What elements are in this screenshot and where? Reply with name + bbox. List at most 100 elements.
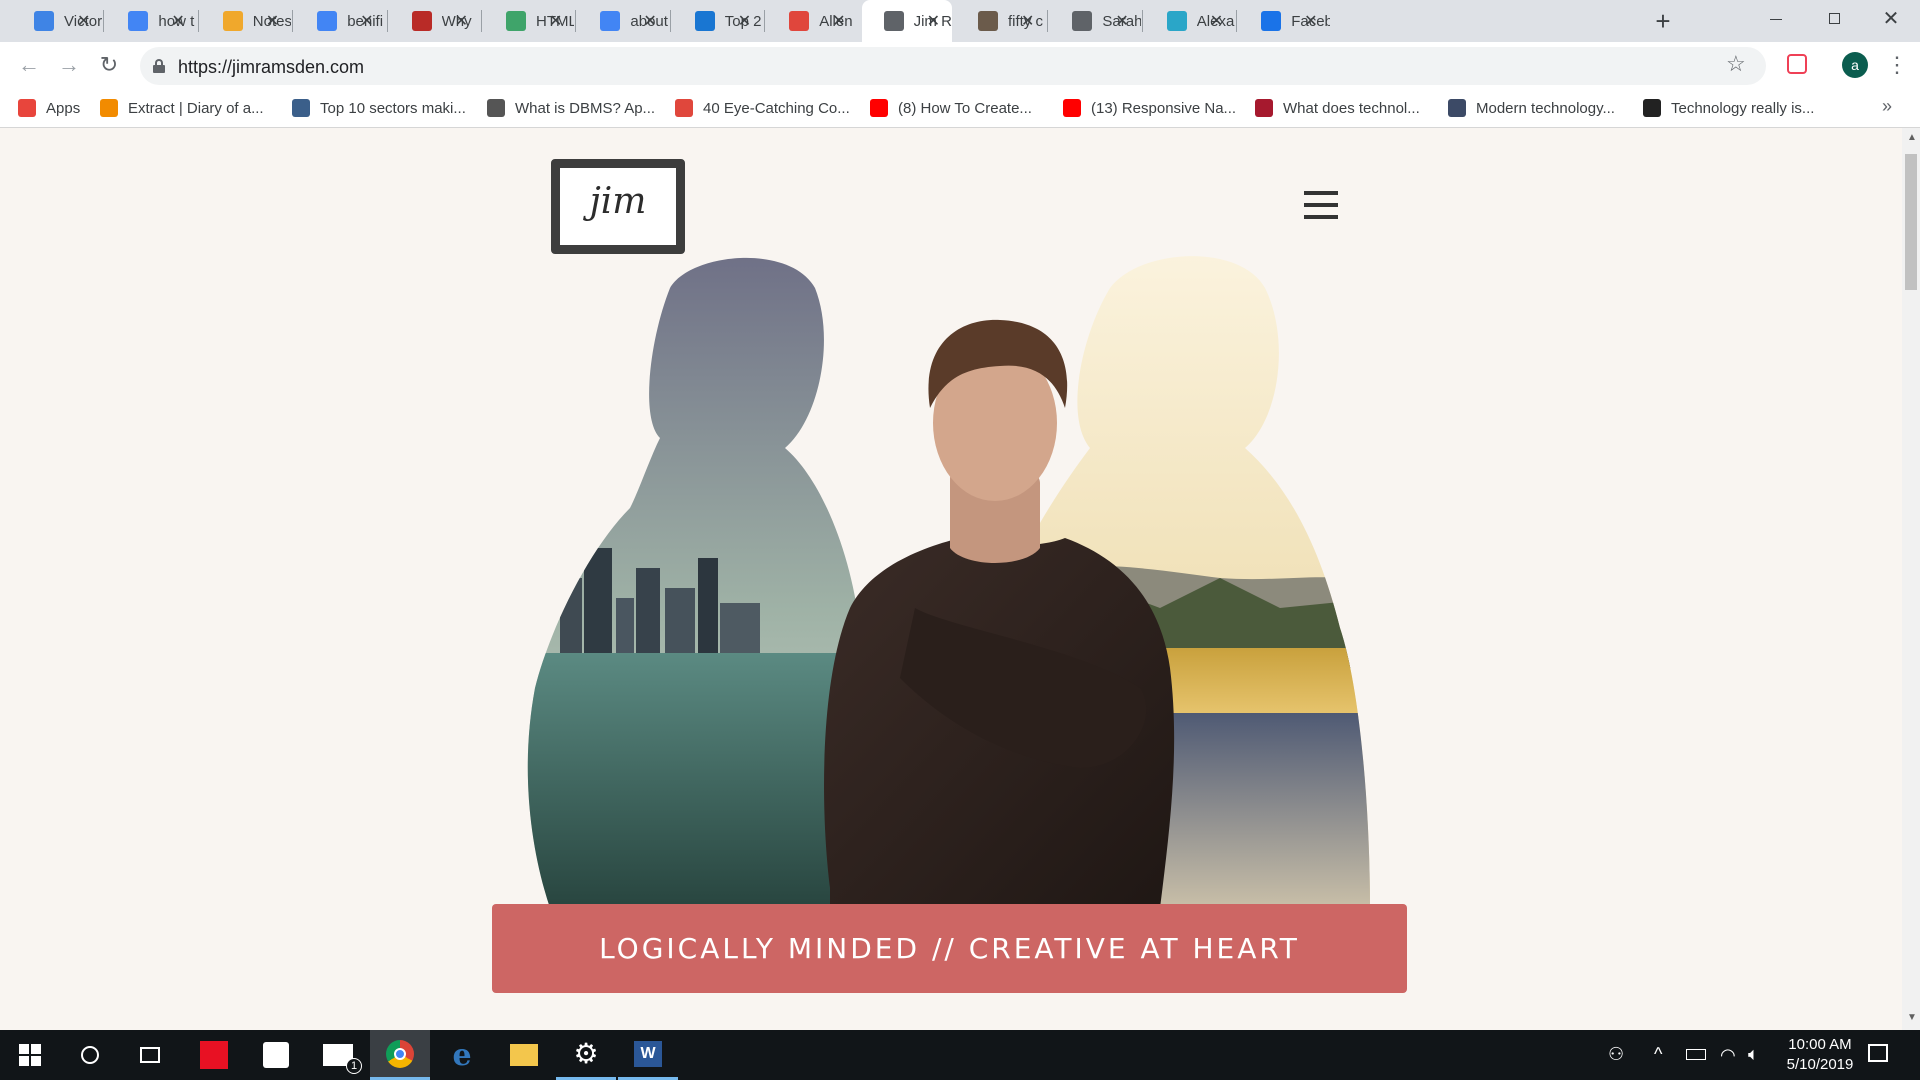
tab[interactable]: Allen ✕ bbox=[767, 0, 857, 42]
edge-button[interactable]: e bbox=[432, 1030, 492, 1080]
tab[interactable]: Why ✕ bbox=[390, 0, 480, 42]
doc-icon bbox=[292, 99, 310, 117]
bookmark-item[interactable]: Apps bbox=[18, 96, 80, 120]
page-scrollbar[interactable]: ▲ ▼ bbox=[1902, 128, 1920, 1030]
forward-button[interactable]: → bbox=[54, 50, 84, 80]
y-icon bbox=[694, 11, 715, 31]
bookmark-item[interactable]: Modern technology... bbox=[1448, 96, 1615, 120]
bookmark-item[interactable]: 40 Eye-Catching Co... bbox=[675, 96, 850, 120]
close-tab-icon[interactable]: ✕ bbox=[360, 11, 373, 31]
tab[interactable]: Victor ✕ bbox=[12, 0, 102, 42]
hamburger-menu-icon[interactable] bbox=[1304, 191, 1338, 219]
close-tab-icon[interactable]: ✕ bbox=[643, 11, 656, 31]
pocket-extension-icon[interactable] bbox=[1787, 54, 1807, 74]
start-button[interactable] bbox=[0, 1030, 60, 1080]
wifi-icon[interactable]: ◠ bbox=[1720, 1045, 1736, 1066]
tab-separator bbox=[575, 10, 577, 32]
url-text: https://jimramsden.com bbox=[178, 57, 365, 77]
tab[interactable]: how t ✕ bbox=[106, 0, 196, 42]
tab-separator bbox=[669, 10, 671, 32]
close-tab-icon[interactable]: ✕ bbox=[266, 11, 279, 31]
store-button[interactable] bbox=[246, 1030, 306, 1080]
tab-separator bbox=[481, 10, 482, 32]
ia-icon bbox=[1448, 99, 1466, 117]
tab[interactable]: Notes ✕ bbox=[201, 0, 291, 42]
bookmark-item[interactable]: Extract | Diary of a... bbox=[100, 96, 264, 120]
tab[interactable]: Top 2 ✕ bbox=[673, 0, 763, 42]
lock-icon bbox=[153, 59, 165, 73]
site-logo[interactable]: jim bbox=[551, 159, 685, 254]
reload-button[interactable]: ↻ bbox=[94, 50, 124, 80]
address-bar[interactable]: https://jimramsden.com ☆ bbox=[140, 47, 1766, 85]
search-button[interactable] bbox=[60, 1030, 120, 1080]
bookmark-label: What is DBMS? Ap... bbox=[515, 99, 656, 117]
windows-taskbar: 1 e ⚙ W ⚇ ^ ◠ 🔈︎ 10:00 AM 5/10/2019 bbox=[0, 1030, 1920, 1080]
tab[interactable]: HTML ✕ bbox=[484, 0, 574, 42]
profile-avatar[interactable]: a bbox=[1842, 52, 1868, 78]
people-icon[interactable]: ⚇ bbox=[1608, 1044, 1630, 1066]
google-icon bbox=[128, 11, 149, 31]
bookmark-label: 40 Eye-Catching Co... bbox=[703, 99, 850, 117]
tab[interactable]: Sarah ✕ bbox=[1050, 0, 1141, 42]
bookmark-label: Modern technology... bbox=[1476, 99, 1615, 117]
clock[interactable]: 10:00 AM 5/10/2019 bbox=[1772, 1035, 1868, 1075]
scroll-thumb[interactable] bbox=[1905, 154, 1917, 290]
close-tab-icon[interactable]: ✕ bbox=[1115, 11, 1128, 31]
chrome-icon bbox=[386, 1039, 414, 1068]
bookmarks-overflow-button[interactable]: » bbox=[1882, 96, 1892, 117]
settings-button[interactable]: ⚙ bbox=[556, 1030, 616, 1080]
close-tab-icon[interactable]: ✕ bbox=[1021, 11, 1034, 31]
scroll-down-arrow-icon[interactable]: ▼ bbox=[1907, 1012, 1917, 1023]
tab-separator bbox=[386, 10, 388, 32]
bookmark-item[interactable]: What is DBMS? Ap... bbox=[487, 96, 655, 120]
close-tab-icon[interactable]: ✕ bbox=[832, 11, 845, 31]
chrome-button[interactable] bbox=[370, 1030, 430, 1080]
gear-icon: ⚙ bbox=[573, 1038, 599, 1069]
tab[interactable]: Jim R ✕ bbox=[861, 0, 952, 42]
minimize-button[interactable] bbox=[1762, 8, 1792, 32]
menu-dots-icon[interactable]: ⋮ bbox=[1886, 50, 1908, 80]
mail-button[interactable]: 1 bbox=[308, 1030, 368, 1080]
close-tab-icon[interactable]: ✕ bbox=[549, 11, 562, 31]
google-icon bbox=[317, 11, 338, 31]
tab-separator bbox=[1141, 10, 1143, 32]
volume-icon[interactable]: 🔈︎ bbox=[1748, 1044, 1759, 1065]
bookmark-label: Top 10 sectors maki... bbox=[320, 99, 466, 117]
tab[interactable]: about ✕ bbox=[578, 0, 668, 42]
close-tab-icon[interactable]: ✕ bbox=[171, 11, 184, 31]
tab[interactable]: Faceb ✕ bbox=[1239, 0, 1330, 42]
gift-app-button[interactable] bbox=[184, 1030, 244, 1080]
scroll-up-arrow-icon[interactable]: ▲ bbox=[1907, 132, 1917, 143]
action-center-icon[interactable] bbox=[1868, 1044, 1888, 1062]
close-tab-icon[interactable]: ✕ bbox=[77, 11, 90, 31]
bookmark-item[interactable]: Technology really is... bbox=[1643, 96, 1814, 120]
close-tab-icon[interactable]: ✕ bbox=[1210, 11, 1223, 31]
file-explorer-button[interactable] bbox=[494, 1030, 554, 1080]
tab-separator bbox=[197, 10, 199, 32]
restore-button[interactable] bbox=[1820, 8, 1850, 32]
close-tab-icon[interactable]: ✕ bbox=[738, 11, 751, 31]
back-button[interactable]: ← bbox=[14, 50, 44, 80]
close-tab-icon[interactable]: ✕ bbox=[1304, 11, 1317, 31]
close-tab-icon[interactable]: ✕ bbox=[927, 11, 940, 31]
g-icon bbox=[487, 99, 505, 117]
tab[interactable]: Alexa ✕ bbox=[1145, 0, 1235, 42]
close-tab-icon[interactable]: ✕ bbox=[455, 11, 468, 31]
bookmark-item[interactable]: (8) How To Create... bbox=[870, 96, 1032, 120]
chevron-up-icon[interactable]: ^ bbox=[1654, 1044, 1662, 1065]
new-tab-button[interactable]: + bbox=[1648, 6, 1678, 36]
store-icon bbox=[263, 1042, 289, 1068]
tab[interactable]: fifty c ✕ bbox=[956, 0, 1046, 42]
word-button[interactable]: W bbox=[618, 1030, 678, 1080]
tab[interactable]: benifi ✕ bbox=[295, 0, 385, 42]
bookmark-item[interactable]: Top 10 sectors maki... bbox=[292, 96, 466, 120]
battery-icon[interactable] bbox=[1686, 1049, 1706, 1060]
bookmark-star-icon[interactable]: ☆ bbox=[1726, 51, 1746, 77]
task-view-button[interactable] bbox=[120, 1030, 180, 1080]
folder-icon bbox=[510, 1044, 538, 1066]
bookmark-item[interactable]: What does technol... bbox=[1255, 96, 1420, 120]
bookmark-item[interactable]: (13) Responsive Na... bbox=[1063, 96, 1236, 120]
tagline-text: LOGICALLY MINDED // CREATIVE AT HEART bbox=[599, 932, 1300, 965]
bookmarks-bar: Apps Extract | Diary of a... Top 10 sector… bbox=[0, 88, 1920, 128]
close-window-button[interactable]: ✕ bbox=[1876, 6, 1906, 32]
